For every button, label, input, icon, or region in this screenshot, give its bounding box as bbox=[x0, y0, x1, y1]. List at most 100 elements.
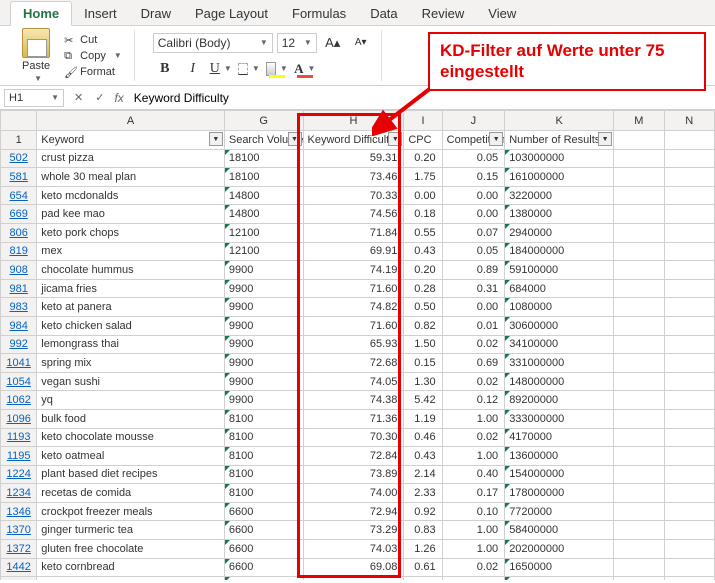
select-all-corner[interactable] bbox=[1, 111, 37, 131]
row-header[interactable]: 981 bbox=[1, 279, 37, 298]
cell-keyword[interactable]: crust pizza bbox=[37, 149, 225, 168]
cell-competition[interactable]: 0.02 bbox=[442, 558, 505, 577]
cell-keyword[interactable]: keto enchiladas bbox=[37, 577, 225, 580]
cell-cpc[interactable]: 2.33 bbox=[404, 484, 442, 503]
cell[interactable] bbox=[614, 149, 664, 168]
cell[interactable] bbox=[664, 391, 714, 410]
cell-search-volume[interactable]: 18100 bbox=[224, 149, 303, 168]
cell-competition[interactable]: 0.31 bbox=[442, 279, 505, 298]
cell-keyword-difficulty[interactable]: 72.84 bbox=[303, 447, 404, 466]
cell-results[interactable]: 148000000 bbox=[505, 372, 614, 391]
cell[interactable] bbox=[664, 409, 714, 428]
cell-search-volume[interactable]: 9900 bbox=[224, 279, 303, 298]
col-header-j[interactable]: J bbox=[442, 111, 505, 131]
cell-cpc[interactable]: 0.92 bbox=[404, 502, 442, 521]
row-header[interactable]: 1346 bbox=[1, 502, 37, 521]
cell-cpc[interactable]: 1.30 bbox=[404, 372, 442, 391]
fill-color-button[interactable]: ▼ bbox=[265, 58, 289, 80]
cell[interactable] bbox=[614, 391, 664, 410]
cell-results[interactable]: 202000000 bbox=[505, 540, 614, 559]
cell[interactable] bbox=[614, 335, 664, 354]
cell[interactable] bbox=[614, 131, 664, 150]
cell[interactable] bbox=[664, 428, 714, 447]
cut-button[interactable]: ✂Cut bbox=[60, 33, 126, 47]
cell[interactable] bbox=[664, 242, 714, 261]
row-header[interactable]: 984 bbox=[1, 316, 37, 335]
cell-keyword[interactable]: whole 30 meal plan bbox=[37, 168, 225, 187]
cell[interactable] bbox=[664, 335, 714, 354]
cell-cpc[interactable]: 0.50 bbox=[404, 298, 442, 317]
cell[interactable] bbox=[664, 261, 714, 280]
cell-results[interactable]: 58400000 bbox=[505, 521, 614, 540]
cell-competition[interactable]: 0.05 bbox=[442, 149, 505, 168]
cell[interactable] bbox=[614, 558, 664, 577]
cell-keyword[interactable]: spring mix bbox=[37, 354, 225, 373]
cell-competition[interactable]: 0.69 bbox=[442, 354, 505, 373]
cell-keyword-difficulty[interactable]: 65.93 bbox=[303, 335, 404, 354]
cell-keyword-difficulty[interactable]: 74.56 bbox=[303, 205, 404, 224]
cell-keyword[interactable]: keto oatmeal bbox=[37, 447, 225, 466]
cell-competition[interactable]: 0.17 bbox=[442, 484, 505, 503]
header-search-volume[interactable]: Search Volume▼ bbox=[224, 131, 303, 150]
cell[interactable] bbox=[664, 298, 714, 317]
cell-keyword[interactable]: bulk food bbox=[37, 409, 225, 428]
tab-draw[interactable]: Draw bbox=[129, 2, 183, 25]
row-header[interactable]: 1096 bbox=[1, 409, 37, 428]
cell-cpc[interactable]: 0.43 bbox=[404, 447, 442, 466]
row-header[interactable]: 1054 bbox=[1, 372, 37, 391]
cell-keyword[interactable]: keto chicken salad bbox=[37, 316, 225, 335]
row-header[interactable]: 502 bbox=[1, 149, 37, 168]
header-keyword[interactable]: Keyword▼ bbox=[37, 131, 225, 150]
row-header[interactable]: 669 bbox=[1, 205, 37, 224]
cell-search-volume[interactable]: 14800 bbox=[224, 186, 303, 205]
underline-button[interactable]: U▼ bbox=[209, 58, 233, 80]
cell-results[interactable]: 3220000 bbox=[505, 186, 614, 205]
paste-button[interactable]: Paste ▼ bbox=[16, 26, 56, 85]
row-header[interactable]: 581 bbox=[1, 168, 37, 187]
row-header[interactable]: 1193 bbox=[1, 428, 37, 447]
cell-results[interactable]: 103000000 bbox=[505, 149, 614, 168]
header-number-of-results[interactable]: Number of Results▼ bbox=[505, 131, 614, 150]
filter-icon[interactable]: ▼ bbox=[598, 132, 612, 146]
cell[interactable] bbox=[614, 316, 664, 335]
filter-icon[interactable]: ▼ bbox=[288, 132, 302, 146]
cell[interactable] bbox=[614, 577, 664, 580]
cell-search-volume[interactable]: 9900 bbox=[224, 354, 303, 373]
cell[interactable] bbox=[614, 484, 664, 503]
tab-insert[interactable]: Insert bbox=[72, 2, 129, 25]
cell-results[interactable]: 1380000 bbox=[505, 205, 614, 224]
cell-cpc[interactable]: 1.50 bbox=[404, 335, 442, 354]
tab-data[interactable]: Data bbox=[358, 2, 409, 25]
cell[interactable] bbox=[614, 205, 664, 224]
row-header[interactable]: 1234 bbox=[1, 484, 37, 503]
cell-results[interactable]: 184000000 bbox=[505, 242, 614, 261]
cell-search-volume[interactable]: 6600 bbox=[224, 558, 303, 577]
cell[interactable] bbox=[664, 540, 714, 559]
cell-search-volume[interactable]: 12100 bbox=[224, 223, 303, 242]
formula-input[interactable] bbox=[128, 89, 715, 107]
cell-keyword[interactable]: lemongrass thai bbox=[37, 335, 225, 354]
cell-keyword-difficulty[interactable]: 73.44 bbox=[303, 577, 404, 580]
cell-results[interactable]: 4300000 bbox=[505, 577, 614, 580]
cell-keyword[interactable]: keto cornbread bbox=[37, 558, 225, 577]
cell[interactable] bbox=[614, 465, 664, 484]
filter-icon[interactable]: ▼ bbox=[489, 132, 503, 146]
cell-keyword[interactable]: jicama fries bbox=[37, 279, 225, 298]
cell-keyword-difficulty[interactable]: 69.08 bbox=[303, 558, 404, 577]
cell-competition[interactable]: 0.02 bbox=[442, 372, 505, 391]
cell-search-volume[interactable]: 6600 bbox=[224, 540, 303, 559]
cell[interactable] bbox=[664, 149, 714, 168]
cell-cpc[interactable]: 0.28 bbox=[404, 279, 442, 298]
cell-keyword[interactable]: gluten free chocolate bbox=[37, 540, 225, 559]
cell-keyword-difficulty[interactable]: 73.89 bbox=[303, 465, 404, 484]
cell-keyword-difficulty[interactable]: 71.84 bbox=[303, 223, 404, 242]
cell-cpc[interactable]: 0.43 bbox=[404, 242, 442, 261]
cell-competition[interactable]: 0.00 bbox=[442, 205, 505, 224]
cell-keyword[interactable]: mex bbox=[37, 242, 225, 261]
cell[interactable] bbox=[614, 409, 664, 428]
cell-competition[interactable]: 0.02 bbox=[442, 577, 505, 580]
row-header[interactable]: 1370 bbox=[1, 521, 37, 540]
cell-keyword[interactable]: keto mcdonalds bbox=[37, 186, 225, 205]
header-competition[interactable]: Competition▼ bbox=[442, 131, 505, 150]
cell-cpc[interactable]: 1.57 bbox=[404, 577, 442, 580]
